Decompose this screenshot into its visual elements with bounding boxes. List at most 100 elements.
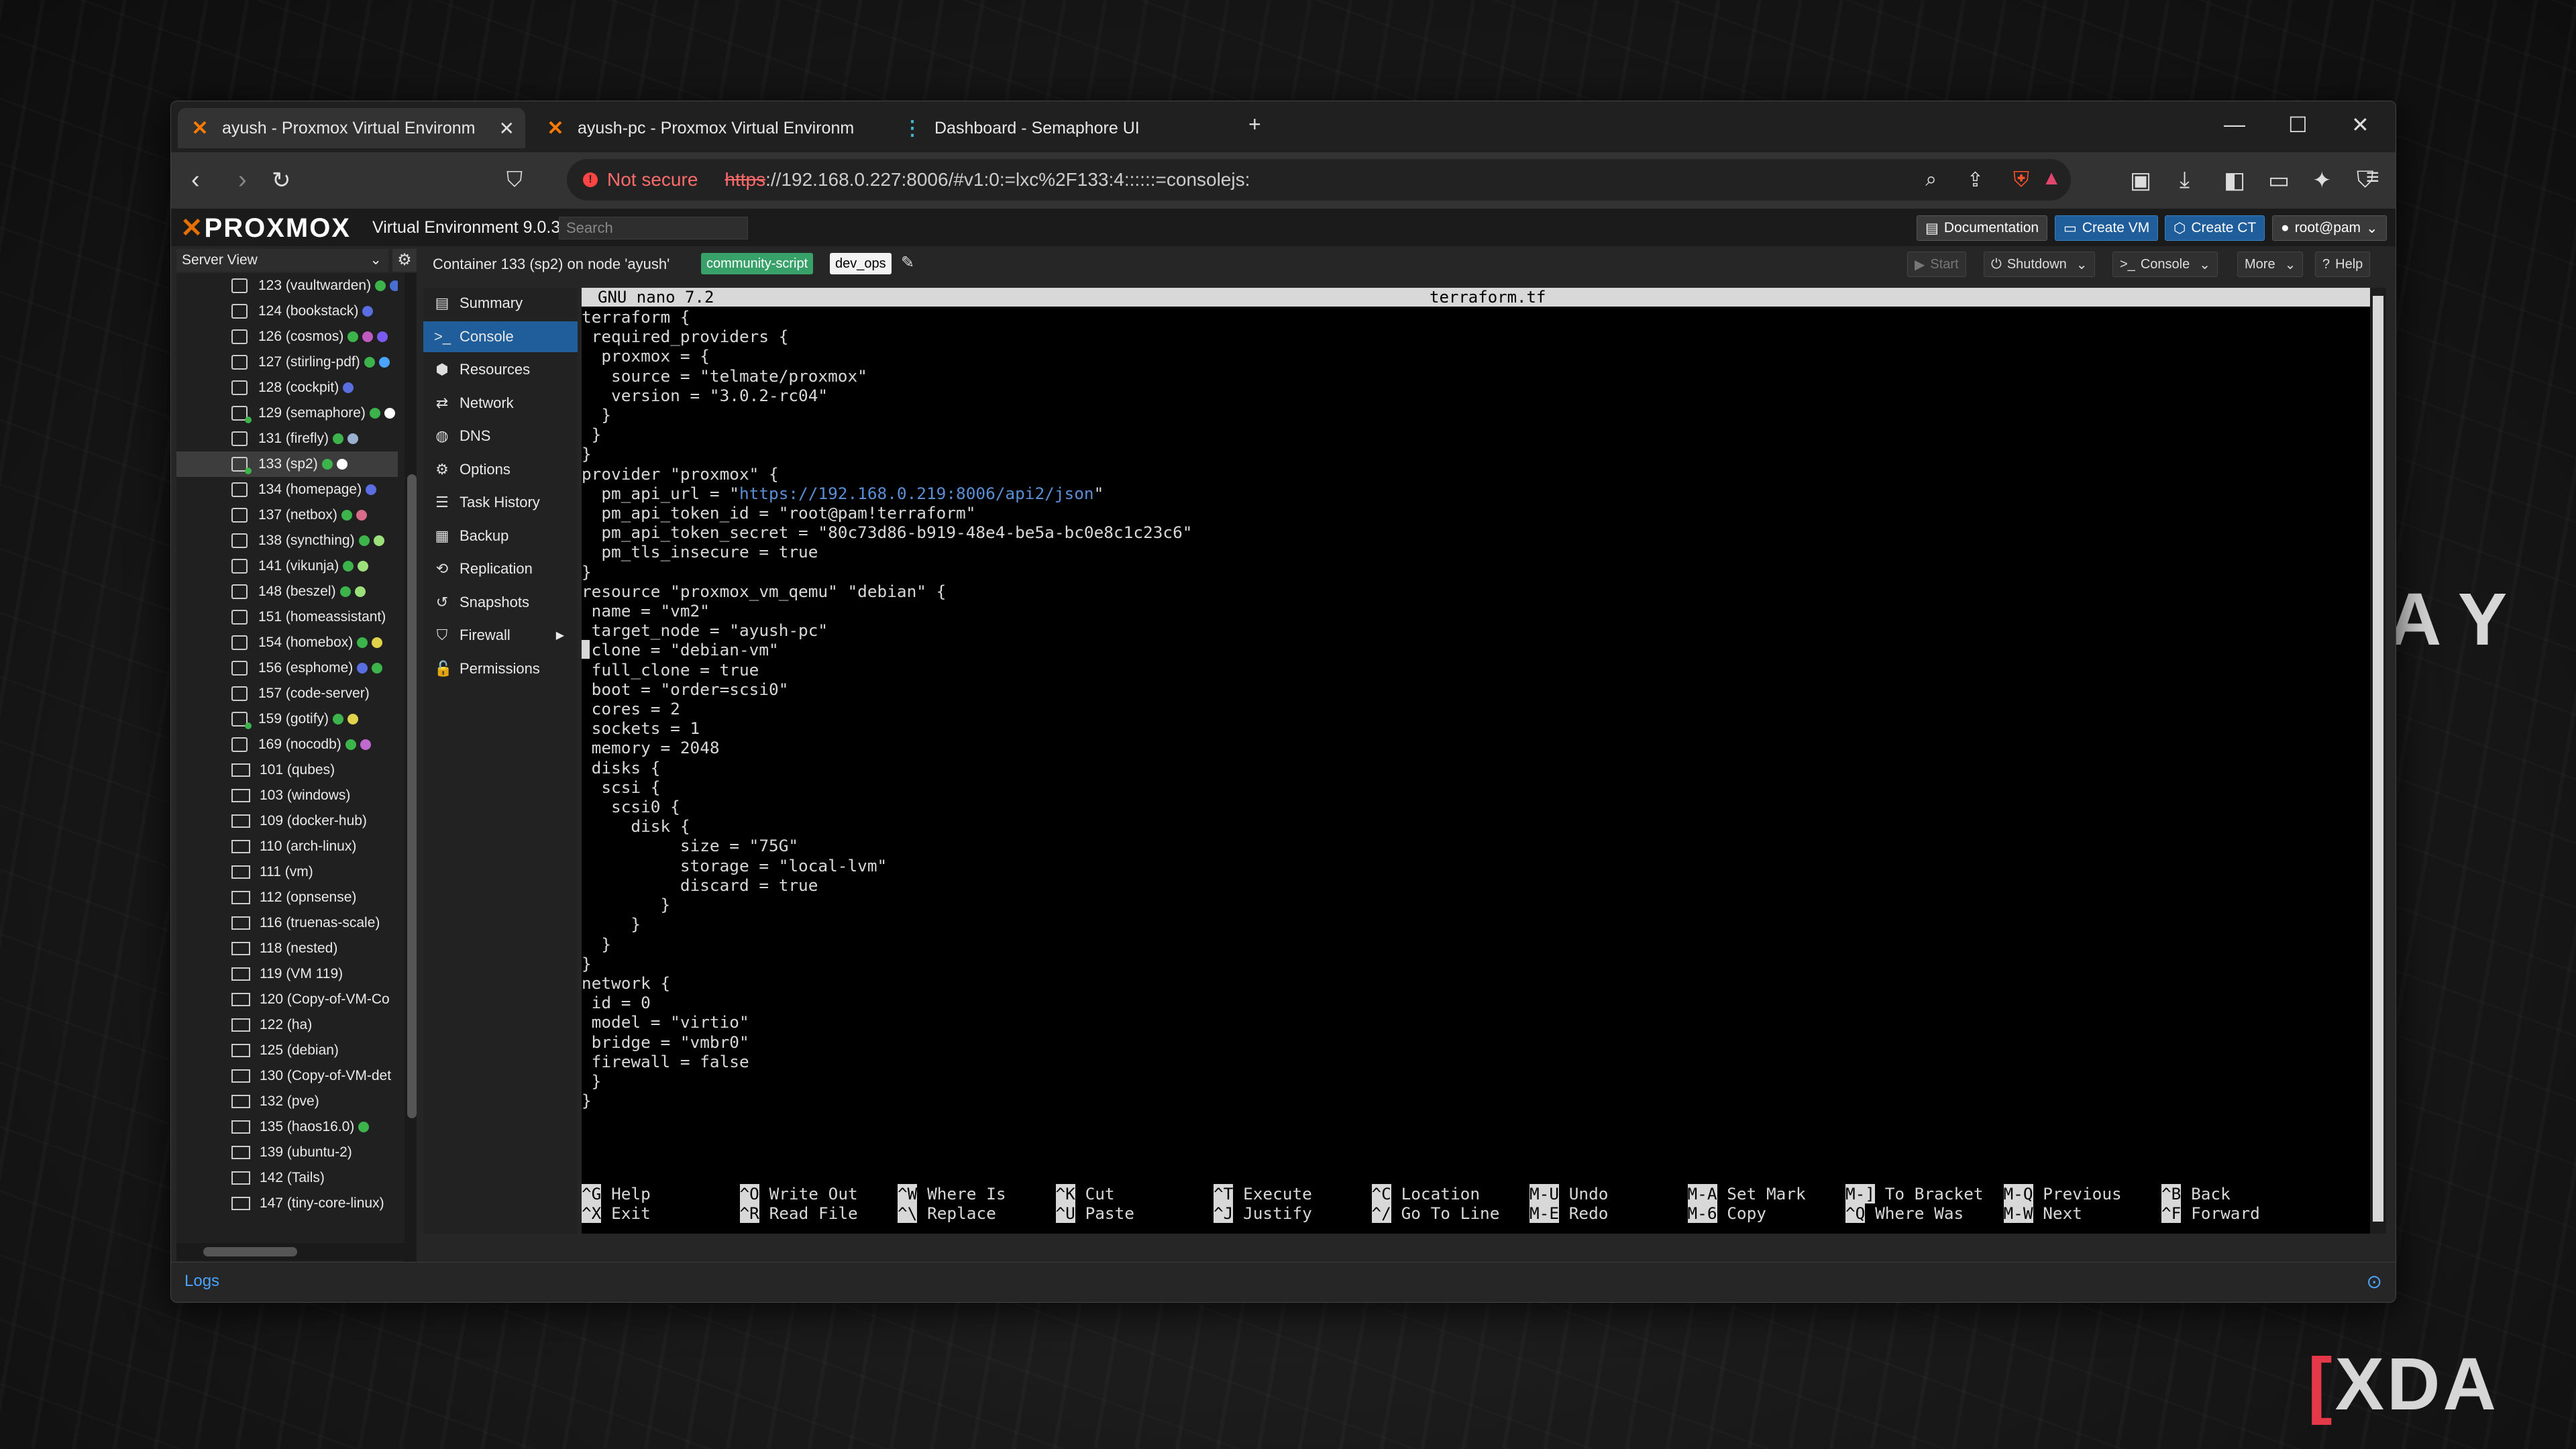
console-button[interactable]: >_ Console ⌄ — [2112, 252, 2218, 277]
back-icon[interactable]: ‹ — [191, 166, 200, 195]
tree-item[interactable]: 169 (nocodb) — [176, 732, 398, 757]
wallet-icon[interactable]: ▭ — [2268, 167, 2290, 194]
create-vm-button[interactable]: ▭ Create VM — [2055, 215, 2159, 241]
edit-tags-icon[interactable]: ✎ — [901, 253, 914, 272]
tree-item[interactable]: 124 (bookstack) — [176, 299, 398, 324]
tree-item[interactable]: 142 (Tails) — [176, 1165, 398, 1191]
expand-icon[interactable]: ⊙ — [2367, 1271, 2382, 1293]
documentation-button[interactable]: ▤ Documentation — [1917, 215, 2048, 241]
tree-item[interactable]: 110 (arch-linux) — [176, 834, 398, 859]
tree-item[interactable]: 119 (VM 119) — [176, 961, 398, 987]
sidebar-icon[interactable]: ◧ — [2224, 167, 2245, 194]
tree-item[interactable]: 120 (Copy-of-VM-Co — [176, 987, 398, 1012]
tree-item[interactable]: 127 (stirling-pdf) — [176, 350, 398, 375]
zoom-icon[interactable]: ⌕ — [1925, 168, 1937, 191]
menu-item-options[interactable]: ⚙ Options — [423, 454, 578, 485]
tree-item[interactable]: 130 (Copy-of-VM-det — [176, 1063, 398, 1089]
menu-item-console[interactable]: >_ Console — [423, 321, 578, 352]
maximize-icon[interactable]: ☐ — [2288, 112, 2308, 138]
new-tab-icon[interactable]: + — [1248, 112, 1261, 137]
not-secure-indicator[interactable]: ! Not secure — [583, 169, 698, 191]
user-menu-button[interactable]: ● root@pam ⌄ — [2272, 215, 2387, 241]
tree-item[interactable]: 101 (qubes) — [176, 757, 398, 783]
tree-item[interactable]: 103 (windows) — [176, 783, 398, 808]
menu-item-firewall[interactable]: ⛉ Firewall ▶ — [423, 620, 578, 651]
tree-item[interactable]: 116 (truenas-scale) — [176, 910, 398, 936]
brave-rewards-icon[interactable]: ▲ — [2041, 167, 2061, 190]
menu-item-permissions[interactable]: 🔓 Permissions — [423, 653, 578, 684]
menu-item-snapshots[interactable]: ↺ Snapshots — [423, 587, 578, 618]
search-input[interactable]: Search — [559, 217, 748, 239]
tab-proxmox-ayush-pc[interactable]: ✕ ayush-pc - Proxmox Virtual Environm — [533, 108, 896, 148]
share-icon[interactable]: ⇪ — [1967, 168, 1984, 192]
close-window-icon[interactable]: ✕ — [2351, 112, 2369, 138]
tree-item[interactable]: 156 (esphome) — [176, 655, 398, 681]
tree-scrollbar[interactable] — [405, 273, 417, 1262]
tree-item[interactable]: 123 (vaultwarden) — [176, 273, 398, 299]
more-button[interactable]: More ⌄ — [2237, 252, 2304, 277]
tree-view-selector[interactable]: Server View ⌄ — [176, 249, 388, 272]
forward-icon[interactable]: › — [238, 166, 247, 195]
terminal-scrollbar[interactable] — [2370, 288, 2386, 1234]
create-ct-button[interactable]: ⬡ Create CT — [2165, 215, 2265, 241]
tree-item[interactable]: 111 (vm) — [176, 859, 398, 885]
tree-item[interactable]: 138 (syncthing) — [176, 528, 398, 553]
menu-item-summary[interactable]: ▤ Summary — [423, 288, 578, 319]
menu-item-resources[interactable]: ⬢ Resources — [423, 354, 578, 385]
chevron-down-icon: ⌄ — [2199, 257, 2210, 272]
address-bar: ‹ › ↻ ⛉ ! Not secure https://192.168.0.22… — [171, 152, 2396, 209]
tab-proxmox-ayush[interactable]: ✕ ayush - Proxmox Virtual Environm ✕ — [178, 108, 525, 148]
vm-icon — [231, 1069, 250, 1083]
tree-hscrollbar[interactable] — [176, 1243, 405, 1260]
reload-icon[interactable]: ↻ — [272, 167, 291, 194]
bookmark-icon[interactable]: ⛉ — [506, 167, 523, 193]
tree-item[interactable]: 125 (debian) — [176, 1038, 398, 1063]
tree-item[interactable]: 112 (opnsense) — [176, 885, 398, 910]
gear-icon[interactable]: ⚙ — [392, 249, 417, 272]
minimize-icon[interactable]: — — [2224, 112, 2245, 137]
tree-item[interactable]: 126 (cosmos) — [176, 324, 398, 350]
tree-item[interactable]: 151 (homeassistant) — [176, 604, 398, 630]
tree-item[interactable]: 137 (netbox) — [176, 502, 398, 528]
menu-item-dns[interactable]: ◍ DNS — [423, 421, 578, 451]
semaphore-icon: ⋮ — [902, 117, 922, 140]
tree-item[interactable]: 118 (nested) — [176, 936, 398, 961]
tree-item[interactable]: 135 (haos16.0) — [176, 1114, 398, 1140]
start-button[interactable]: ▶ Start — [1907, 252, 1966, 277]
menu-item-task-history[interactable]: ☰ Task History — [423, 487, 578, 518]
browser-menu-icon[interactable]: ≡ — [2366, 164, 2379, 191]
brave-shields-icon[interactable]: ⛨ — [2013, 167, 2029, 193]
tree-item[interactable]: 134 (homepage) — [176, 477, 398, 502]
tree-item[interactable]: 159 (gotify) — [176, 706, 398, 732]
tree-item[interactable]: 154 (homebox) — [176, 630, 398, 655]
container-icon — [231, 559, 248, 574]
menu-item-replication[interactable]: ⟲ Replication — [423, 553, 578, 584]
url-field[interactable]: ! Not secure https://192.168.0.227:8006/#… — [567, 159, 2071, 201]
tree-item-label: 126 (cosmos) — [258, 329, 344, 344]
tree-item[interactable]: 109 (docker-hub) — [176, 808, 398, 834]
downloads-icon[interactable]: ⤓ — [2180, 167, 2190, 193]
tab-semaphore[interactable]: ⋮ Dashboard - Semaphore UI — [890, 108, 1252, 148]
tree-item[interactable]: 147 (tiny-core-linux) — [176, 1191, 398, 1216]
tree-item[interactable]: 157 (code-server) — [176, 681, 398, 706]
tree-item[interactable]: 133 (sp2) — [176, 451, 398, 477]
terminal-console[interactable]: GNU nano 7.2 terraform.tf terraform { req… — [582, 288, 2386, 1234]
tree-item[interactable]: 148 (beszel) — [176, 579, 398, 604]
tree-item[interactable]: 132 (pve) — [176, 1089, 398, 1114]
help-button[interactable]: ? Help — [2315, 252, 2371, 277]
tree-item[interactable]: 141 (vikunja) — [176, 553, 398, 579]
leo-ai-icon[interactable]: ✦ — [2312, 167, 2332, 194]
tree-item[interactable]: 131 (firefly) — [176, 426, 398, 451]
code-line: source = "telmate/proxmox" — [582, 366, 867, 386]
reader-icon[interactable]: ▣ — [2130, 167, 2151, 194]
shutdown-button[interactable]: ⏻ Shutdown ⌄ — [1984, 252, 2095, 277]
tree-item[interactable]: 139 (ubuntu-2) — [176, 1140, 398, 1165]
logs-panel[interactable]: Logs ⊙ — [171, 1262, 2396, 1302]
menu-item-network[interactable]: ⇄ Network — [423, 388, 578, 419]
tree-item[interactable]: 122 (ha) — [176, 1012, 398, 1038]
tree-item[interactable]: 128 (cockpit) — [176, 375, 398, 400]
menu-item-backup[interactable]: ▦ Backup — [423, 521, 578, 551]
tree-item-label: 138 (syncthing) — [258, 533, 355, 548]
close-tab-icon[interactable]: ✕ — [499, 117, 515, 140]
tree-item[interactable]: 129 (semaphore) — [176, 400, 398, 426]
